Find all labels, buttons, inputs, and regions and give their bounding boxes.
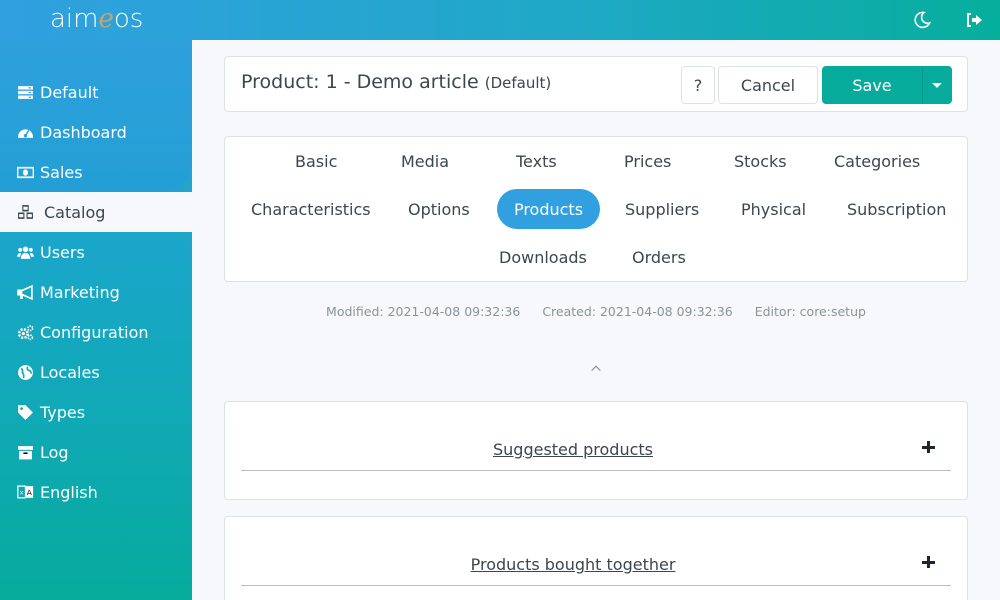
sidebar-item-marketing[interactable]: Marketing: [0, 272, 192, 312]
add-icon[interactable]: [921, 555, 937, 571]
tab-navigation: Basic Media Texts Prices Stocks Categori…: [224, 136, 968, 282]
item-meta: Modified: 2021-04-08 09:32:36 Created: 2…: [192, 304, 1000, 319]
caret-down-icon: [932, 82, 942, 88]
logout-icon[interactable]: [960, 6, 988, 34]
tab-orders[interactable]: Orders: [614, 237, 704, 277]
editor-name: Editor: core:setup: [754, 304, 866, 319]
tab-categories[interactable]: Categories: [816, 141, 938, 181]
sidebar-item-log[interactable]: Log: [0, 432, 192, 472]
tab-stocks[interactable]: Stocks: [716, 141, 805, 181]
tab-products[interactable]: Products: [497, 189, 600, 229]
tab-subscription[interactable]: Subscription: [829, 189, 964, 229]
add-icon[interactable]: [921, 440, 937, 456]
modified-date: Modified: 2021-04-08 09:32:36: [326, 304, 521, 319]
users-icon: [16, 243, 34, 261]
sidebar-item-catalog[interactable]: Catalog: [0, 192, 192, 232]
tachometer-icon: [16, 123, 34, 141]
sidebar-item-locales[interactable]: Locales: [0, 352, 192, 392]
money-bill-icon: [16, 163, 34, 181]
tab-suppliers[interactable]: Suppliers: [607, 189, 717, 229]
cancel-button[interactable]: Cancel: [718, 66, 818, 104]
globe-icon: [16, 363, 34, 381]
site-label: (Default): [484, 74, 552, 92]
divider: [241, 470, 951, 471]
section-title[interactable]: Products bought together: [225, 555, 921, 574]
tab-physical[interactable]: Physical: [723, 189, 824, 229]
divider: [241, 585, 951, 586]
sidebar-item-users[interactable]: Users: [0, 232, 192, 272]
tab-media[interactable]: Media: [383, 141, 467, 181]
sidebar-item-types[interactable]: Types: [0, 392, 192, 432]
archive-icon: [16, 443, 34, 461]
section-suggested-products: Suggested products: [224, 401, 968, 500]
tab-texts[interactable]: Texts: [498, 141, 575, 181]
tab-downloads[interactable]: Downloads: [481, 237, 605, 277]
item-header: Product: 1 - Demo article (Default) ? Ca…: [224, 56, 968, 112]
section-title[interactable]: Suggested products: [225, 440, 921, 459]
tag-icon: [16, 403, 34, 421]
section-products-bought-together: Products bought together: [224, 516, 968, 600]
save-button[interactable]: Save: [822, 66, 922, 104]
sidebar-item-configuration[interactable]: Configuration: [0, 312, 192, 352]
top-bar: aimeos: [0, 0, 1000, 40]
tab-options[interactable]: Options: [390, 189, 488, 229]
tab-basic[interactable]: Basic: [277, 141, 355, 181]
sidebar-item-sales[interactable]: Sales: [0, 152, 192, 192]
language-icon: Ax: [16, 483, 34, 501]
main-content: Product: 1 - Demo article (Default) ? Ca…: [192, 40, 1000, 600]
cogs-icon: [16, 323, 34, 341]
created-date: Created: 2021-04-08 09:32:36: [542, 304, 733, 319]
bullhorn-icon: [16, 283, 34, 301]
svg-text:x: x: [19, 488, 23, 496]
chevron-up-icon: [591, 365, 601, 372]
save-options-dropdown[interactable]: [922, 66, 952, 104]
sidebar-item-english[interactable]: Ax English: [0, 472, 192, 512]
moon-icon[interactable]: [908, 6, 936, 34]
tab-prices[interactable]: Prices: [606, 141, 689, 181]
server-icon: [16, 83, 34, 101]
tab-characteristics[interactable]: Characteristics: [233, 189, 389, 229]
page-title: Product: 1 - Demo article (Default): [241, 71, 552, 93]
collapse-toggle[interactable]: [588, 360, 604, 376]
sidebar-item-default[interactable]: Default: [0, 72, 192, 112]
sidebar: Default Dashboard Sales Catalog Users Ma…: [0, 40, 192, 600]
cubes-icon: [16, 203, 34, 221]
help-button[interactable]: ?: [681, 66, 715, 104]
sidebar-item-dashboard[interactable]: Dashboard: [0, 112, 192, 152]
aimeos-logo[interactable]: aimeos: [50, 4, 143, 34]
